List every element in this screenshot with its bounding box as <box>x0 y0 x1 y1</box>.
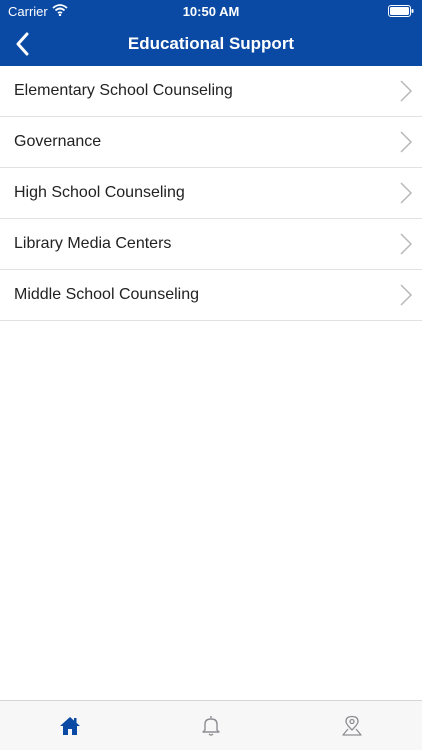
screen: Carrier 10:50 AM Educational Support Ele… <box>0 0 422 750</box>
page-title: Educational Support <box>127 34 295 53</box>
menu-list: Elementary School Counseling Governance … <box>0 66 422 321</box>
nav-bar: Educational Support <box>0 22 422 66</box>
chevron-right-icon <box>400 233 413 255</box>
list-item[interactable]: High School Counseling <box>0 168 422 219</box>
list-item[interactable]: Governance <box>0 117 422 168</box>
list-item-label: Middle School Counseling <box>14 286 199 303</box>
list-item-label: Elementary School Counseling <box>14 82 233 99</box>
tab-home[interactable] <box>0 701 141 750</box>
list-item[interactable]: Middle School Counseling <box>0 270 422 321</box>
list-item-label: Governance <box>14 133 102 150</box>
chevron-right-icon <box>400 182 413 204</box>
map-pin-icon <box>342 715 362 736</box>
list-item[interactable]: Elementary School Counseling <box>0 66 422 117</box>
clock-label: 10:50 AM <box>182 4 240 19</box>
list-item[interactable]: Library Media Centers <box>0 219 422 270</box>
status-bar: Carrier 10:50 AM <box>0 0 422 22</box>
chevron-right-icon <box>400 80 413 102</box>
tab-notifications[interactable] <box>141 701 282 750</box>
chevron-left-icon <box>16 32 29 56</box>
battery-icon <box>388 5 414 17</box>
tab-bar <box>0 700 422 750</box>
chevron-right-icon <box>400 284 413 306</box>
tab-map[interactable] <box>281 701 422 750</box>
chevron-right-icon <box>400 131 413 153</box>
header: Carrier 10:50 AM Educational Support <box>0 0 422 66</box>
bell-icon <box>202 715 220 736</box>
list-item-label: High School Counseling <box>14 184 185 201</box>
back-button[interactable] <box>4 26 40 62</box>
list-item-label: Library Media Centers <box>14 235 172 252</box>
home-icon <box>60 716 81 735</box>
